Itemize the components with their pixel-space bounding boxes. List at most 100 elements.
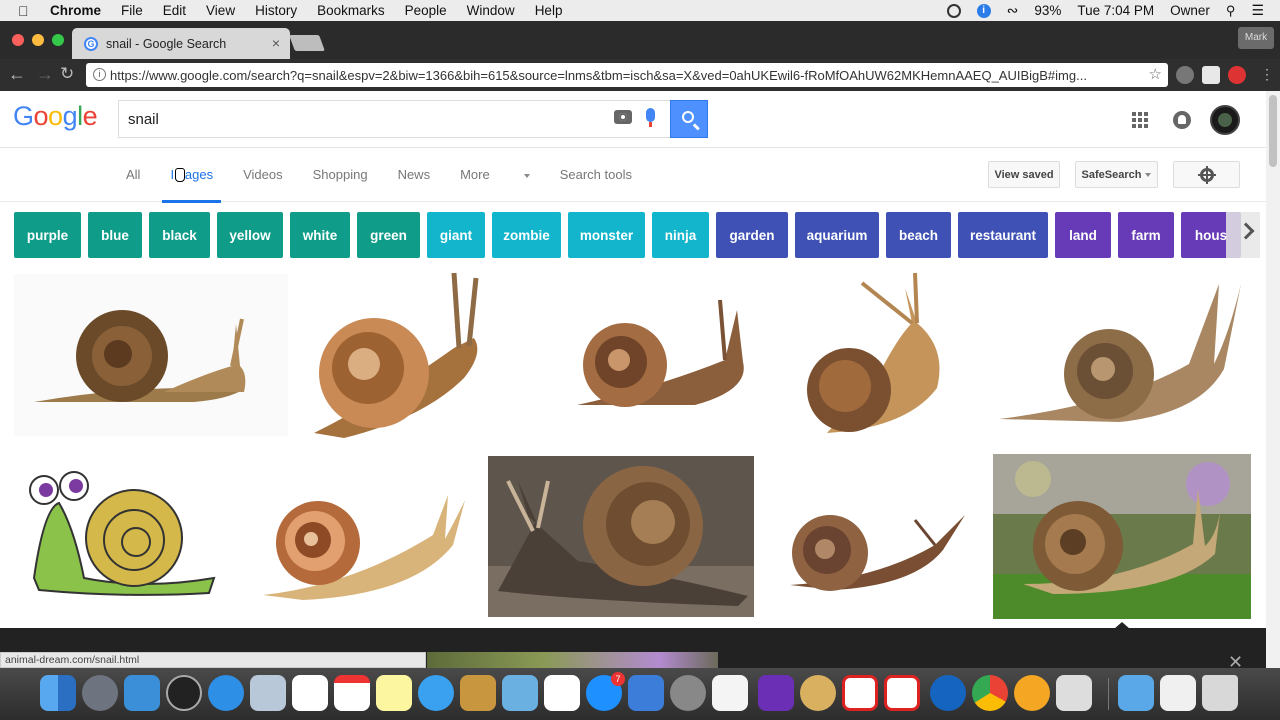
image-result[interactable] <box>787 268 966 442</box>
blender-icon[interactable] <box>1014 675 1050 711</box>
info-status-icon[interactable]: i <box>976 3 991 18</box>
image-result[interactable] <box>515 270 773 440</box>
finder-icon[interactable] <box>40 675 76 711</box>
address-bar[interactable]: i https://www.google.com/search?q=snail&… <box>86 63 1168 87</box>
tab-search-tools[interactable]: Search tools <box>560 167 632 182</box>
search-button[interactable] <box>670 100 708 138</box>
image-result[interactable] <box>979 274 1251 437</box>
app-store-icon[interactable]: 7 <box>586 672 625 711</box>
voice-search-icon[interactable] <box>646 108 655 127</box>
mail-icon[interactable] <box>250 675 286 711</box>
camera-search-icon[interactable] <box>614 110 632 124</box>
menu-help[interactable]: Help <box>535 3 563 18</box>
image-result[interactable] <box>488 456 754 617</box>
quicktime-icon[interactable] <box>930 675 966 711</box>
related-chip-white[interactable]: white <box>290 212 350 258</box>
related-chip-restaurant[interactable]: restaurant <box>958 212 1048 258</box>
settings-button[interactable] <box>1173 161 1240 188</box>
related-chip-yellow[interactable]: yellow <box>217 212 283 258</box>
image-result[interactable] <box>304 268 499 442</box>
related-chip-black[interactable]: black <box>149 212 210 258</box>
keynote-icon[interactable] <box>124 675 160 711</box>
related-chip-purple[interactable]: purple <box>14 212 81 258</box>
reload-icon[interactable]: ↻ <box>60 64 74 84</box>
trash-icon[interactable] <box>1202 675 1238 711</box>
tab-shopping[interactable]: Shopping <box>313 167 368 182</box>
browser-tab[interactable]: G snail - Google Search × <box>72 28 290 59</box>
dashboard-icon[interactable] <box>166 675 202 711</box>
close-tab-icon[interactable]: × <box>272 35 280 51</box>
numbers-icon[interactable] <box>544 675 580 711</box>
forward-arrow-icon[interactable]: → <box>36 64 54 85</box>
user-name[interactable]: Owner <box>1170 3 1210 18</box>
tab-more[interactable]: More <box>460 167 530 182</box>
extension-red-icon[interactable] <box>1228 66 1246 84</box>
related-chip-aquarium[interactable]: aquarium <box>795 212 879 258</box>
related-chip-ninja[interactable]: ninja <box>652 212 709 258</box>
notification-center-icon[interactable]: ☰ <box>1251 2 1264 19</box>
wifi-icon[interactable]: ∾ <box>1007 2 1019 19</box>
menu-bookmarks[interactable]: Bookmarks <box>317 3 385 18</box>
notes-icon[interactable] <box>376 675 412 711</box>
documents-stack-icon[interactable] <box>1160 675 1196 711</box>
view-saved-button[interactable]: View saved <box>988 161 1060 188</box>
close-window-button[interactable] <box>12 34 24 46</box>
qr-tool-icon[interactable] <box>1056 675 1092 711</box>
menu-history[interactable]: History <box>255 3 297 18</box>
clock[interactable]: Tue 7:04 PM <box>1077 3 1154 18</box>
spotlight-search-icon[interactable]: ⚲ <box>1226 3 1236 19</box>
textedit-icon[interactable] <box>712 675 748 711</box>
google-logo[interactable]: Google <box>13 101 98 132</box>
extension-page-icon[interactable] <box>1202 66 1220 84</box>
chrome-menu-icon[interactable]: ⋮ <box>1260 66 1274 83</box>
zoom-window-button[interactable] <box>52 34 64 46</box>
launchpad-icon[interactable] <box>82 675 118 711</box>
related-chip-green[interactable]: green <box>357 212 420 258</box>
calendar-icon[interactable] <box>334 675 370 711</box>
image-result[interactable] <box>14 274 288 436</box>
imovie-star-icon[interactable] <box>758 675 794 711</box>
messages-icon[interactable] <box>418 675 454 711</box>
image-result[interactable] <box>243 455 477 618</box>
related-chip-zombie[interactable]: zombie <box>492 212 561 258</box>
preview-image-strip[interactable] <box>427 652 718 668</box>
avatar[interactable] <box>1210 105 1240 135</box>
related-chip-garden[interactable]: garden <box>716 212 788 258</box>
related-chip-blue[interactable]: blue <box>88 212 142 258</box>
scrollbar-thumb[interactable] <box>1269 95 1277 167</box>
photo-booth-icon[interactable] <box>292 675 328 711</box>
page-scrollbar[interactable] <box>1266 91 1280 668</box>
related-chip-beach[interactable]: beach <box>886 212 951 258</box>
related-chip-farm[interactable]: farm <box>1118 212 1174 258</box>
minimize-window-button[interactable] <box>32 34 44 46</box>
system-preferences-icon[interactable] <box>670 675 706 711</box>
back-arrow-icon[interactable]: ← <box>8 64 26 85</box>
record-status-icon[interactable] <box>946 3 961 18</box>
downloads-folder-icon[interactable] <box>1118 675 1154 711</box>
tab-videos[interactable]: Videos <box>243 167 283 182</box>
menu-people[interactable]: People <box>405 3 447 18</box>
menu-window[interactable]: Window <box>467 3 515 18</box>
bookmark-star-icon[interactable]: ☆ <box>1149 65 1162 83</box>
related-chip-giant[interactable]: giant <box>427 212 485 258</box>
contacts-icon[interactable] <box>460 675 496 711</box>
menu-view[interactable]: View <box>206 3 235 18</box>
tab-news[interactable]: News <box>398 167 431 182</box>
profile-button[interactable]: Mark <box>1238 27 1274 49</box>
xcode-icon[interactable] <box>628 675 664 711</box>
safari-icon[interactable] <box>208 675 244 711</box>
image-result[interactable] <box>993 454 1251 619</box>
safesearch-button[interactable]: SafeSearch <box>1075 161 1158 188</box>
image-result[interactable] <box>14 468 232 603</box>
apps-grid-icon[interactable] <box>1132 112 1148 128</box>
related-chip-land[interactable]: land <box>1055 212 1111 258</box>
paint-palette-icon[interactable] <box>800 675 836 711</box>
new-tab-button[interactable] <box>289 35 325 51</box>
preview-icon[interactable] <box>502 675 538 711</box>
menu-file[interactable]: File <box>121 3 143 18</box>
roblox-icon[interactable] <box>842 675 878 711</box>
chrome-icon[interactable] <box>972 675 1008 711</box>
search-input[interactable]: snail <box>118 100 670 138</box>
extension-ghost-icon[interactable] <box>1176 66 1194 84</box>
page-info-icon[interactable]: i <box>93 68 106 81</box>
